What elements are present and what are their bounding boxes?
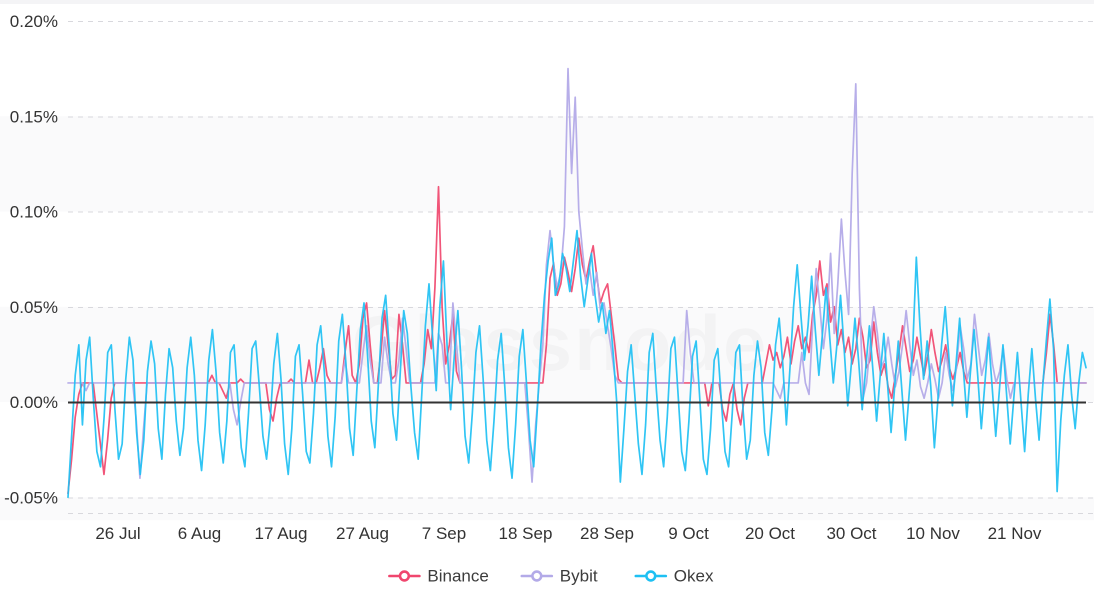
legend-marker-circle-bybit[interactable] bbox=[531, 570, 543, 582]
gridlines bbox=[68, 21, 1094, 514]
y-tick-label: 0.10% bbox=[10, 203, 58, 222]
x-tick-label: 28 Sep bbox=[580, 524, 634, 543]
legend-marker-circle-okex[interactable] bbox=[645, 570, 657, 582]
watermark: Glassnode bbox=[352, 299, 769, 387]
chart-plot[interactable]: Glassnode 0.20% 0.15% 0.10% 0.05% 0.00% -0.05… bbox=[0, 0, 1094, 591]
background-band bbox=[0, 497, 1094, 521]
x-tick-label: 18 Sep bbox=[499, 524, 553, 543]
x-tick-label: 10 Nov bbox=[906, 524, 960, 543]
chart-legend[interactable]: Binance Bybit Okex bbox=[388, 566, 714, 585]
x-tick-label: 17 Aug bbox=[255, 524, 308, 543]
legend-label-bybit[interactable]: Bybit bbox=[560, 566, 598, 585]
x-tick-label: 26 Jul bbox=[95, 524, 140, 543]
x-tick-label: 21 Nov bbox=[988, 524, 1042, 543]
legend-marker-circle-binance[interactable] bbox=[398, 570, 411, 582]
x-tick-label: 27 Aug bbox=[336, 524, 389, 543]
y-tick-label: 0.05% bbox=[10, 298, 58, 317]
x-tick-label: 30 Oct bbox=[826, 524, 876, 543]
legend-label-binance[interactable]: Binance bbox=[427, 566, 488, 585]
x-tick-label: 7 Sep bbox=[422, 524, 466, 543]
x-tick-label: 6 Aug bbox=[178, 524, 222, 543]
background-band bbox=[0, 116, 1094, 212]
y-tick-label: 0.15% bbox=[10, 107, 58, 126]
x-tick-label: 20 Oct bbox=[745, 524, 795, 543]
y-tick-label: 0.00% bbox=[10, 393, 58, 412]
chart-container: Glassnode 0.20% 0.15% 0.10% 0.05% 0.00% -0.05… bbox=[0, 0, 1094, 591]
y-tick-label: 0.20% bbox=[10, 12, 58, 31]
y-axis-ticks: 0.20% 0.15% 0.10% 0.05% 0.00% -0.05% bbox=[4, 12, 58, 507]
x-tick-label: 9 Oct bbox=[668, 524, 709, 543]
x-axis-ticks: 26 Jul 6 Aug 17 Aug 27 Aug 7 Sep 18 Sep 28 Sep… bbox=[95, 524, 1042, 543]
watermark-text: Glassnode bbox=[352, 299, 769, 387]
y-tick-label: -0.05% bbox=[4, 488, 58, 507]
legend-label-okex[interactable]: Okex bbox=[674, 566, 714, 585]
